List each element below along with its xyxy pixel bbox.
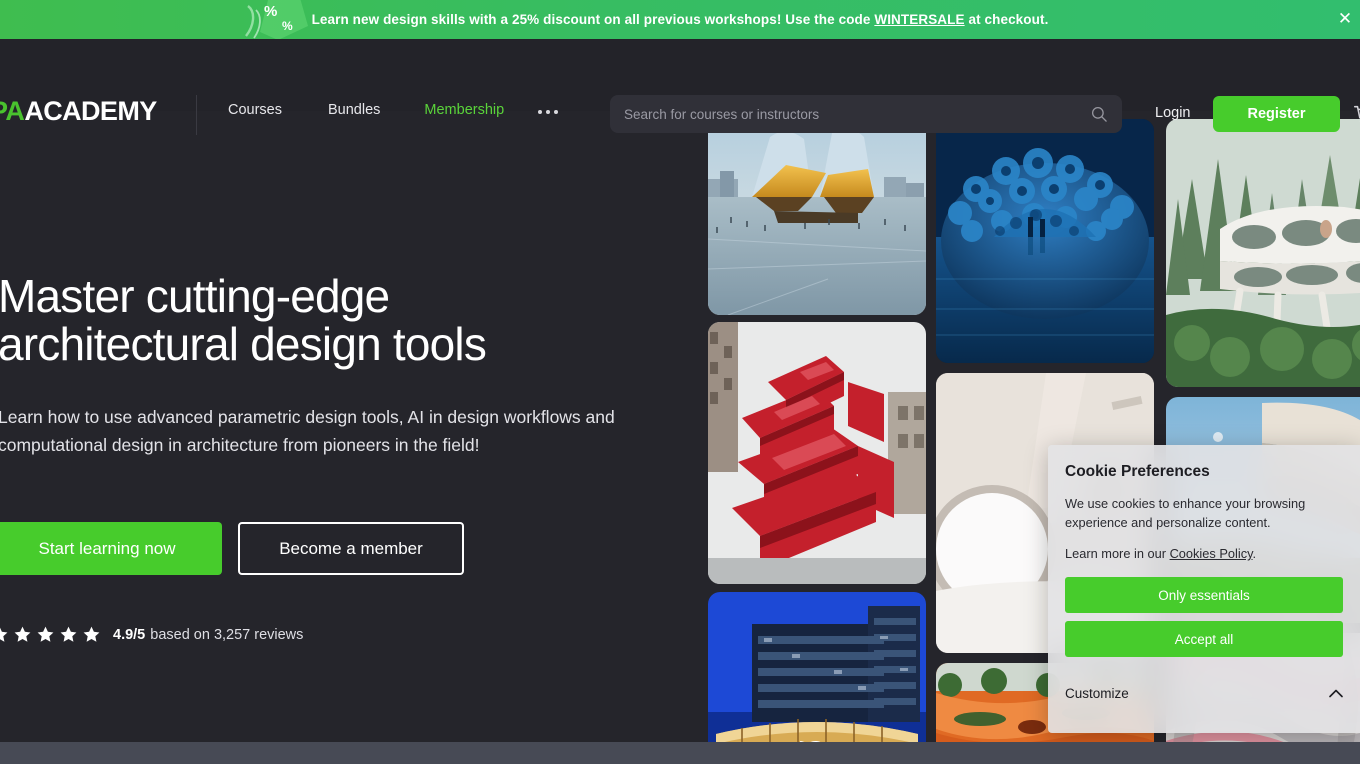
site-header: PAACADEMY Courses Bundles Membership Log… [0,39,1360,135]
promo-text-after: at checkout. [964,12,1049,27]
chevron-up-icon[interactable] [1329,689,1343,698]
cart-icon[interactable] [1352,103,1360,125]
promo-text: Learn new design skills with a 25% disco… [312,12,1049,27]
search-input[interactable] [624,106,1090,122]
cookie-learn-more: Learn more in our Cookies Policy. [1065,546,1343,561]
star-icon [83,626,100,642]
forest-white-building-art [1166,119,1360,387]
star-icon [14,626,31,642]
nav-more-icon[interactable] [538,107,559,114]
promo-text-before: Learn new design skills with a 25% disco… [311,12,875,27]
mosaic-tile-apple-store-building[interactable] [708,592,926,743]
nav-item-membership[interactable]: Membership [424,102,520,118]
blue-parametric-dome-art [936,119,1154,363]
logo-text-green: PA [0,96,25,126]
apple-store-building-art [708,592,926,743]
hero-subtitle: Learn how to use advanced parametric des… [0,407,615,455]
page-root: % % Learn new design skills with a 25% d… [0,0,1360,764]
star-rating [0,625,101,644]
pavilion-golden-structure-art [708,119,926,315]
cookie-learn-suffix: . [1252,546,1257,561]
star-icon [37,626,54,642]
promo-code[interactable]: WINTERSALE [874,12,964,27]
cookie-dialog-body: We use cookies to enhance your browsing … [1065,496,1306,530]
only-essentials-button[interactable]: Only essentials [1065,577,1343,613]
bottom-scrollbar[interactable] [0,742,1360,764]
rating-score: 4.9/5 [113,626,146,643]
svg-text:%: % [282,19,293,33]
rating-block: 4.9/5 based on 3,257 reviews [0,625,303,644]
page-title: Master cutting-edge architectural design… [0,270,487,370]
search-icon[interactable] [1090,105,1108,123]
register-button[interactable]: Register [1213,96,1340,132]
hero-section: Master cutting-edge architectural design… [0,111,700,741]
mosaic-tile-pavilion-golden-structure[interactable] [708,119,926,315]
logo-text-white: ACADEMY [24,96,157,126]
star-icon [60,626,77,642]
site-logo[interactable]: PAACADEMY [0,98,157,125]
cookie-learn-prefix: Learn more in our [1065,546,1170,561]
mosaic-tile-forest-white-building[interactable] [1166,119,1360,387]
header-divider [196,95,197,135]
search-bar[interactable] [610,95,1122,133]
cookie-dialog-title: Cookie Preferences [1065,463,1210,480]
promo-close-icon[interactable]: ✕ [1332,5,1358,31]
hero-cta-group: Start learning now Become a member [0,522,464,575]
svg-text:%: % [264,3,277,20]
customize-label: Customize [1065,686,1129,701]
cookies-policy-link[interactable]: Cookies Policy [1170,546,1253,561]
rating-text: based on 3,257 reviews [150,626,304,643]
become-member-button[interactable]: Become a member [238,522,464,575]
mosaic-tile-blue-parametric-dome[interactable] [936,119,1154,363]
start-learning-button[interactable]: Start learning now [0,522,222,575]
nav-item-bundles[interactable]: Bundles [328,102,396,118]
nav-item-courses[interactable]: Courses [228,102,298,118]
promo-banner: % % Learn new design skills with a 25% d… [0,0,1360,39]
cookie-preferences-dialog: Cookie Preferences We use cookies to enh… [1048,445,1360,733]
red-steel-sculpture-art [708,322,926,584]
customize-cookies-toggle[interactable]: Customize [1065,686,1343,701]
star-icon [0,627,8,642]
mosaic-tile-red-steel-sculpture[interactable] [708,322,926,584]
login-link[interactable]: Login [1155,105,1190,121]
main-nav: Courses Bundles Membership [228,102,559,118]
accept-all-button[interactable]: Accept all [1065,621,1343,657]
